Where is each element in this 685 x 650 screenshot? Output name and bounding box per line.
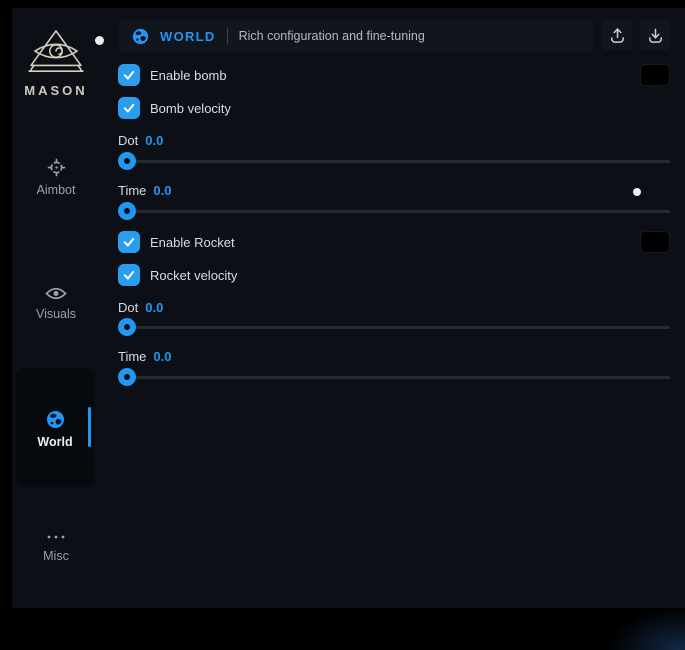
- slider-value: 0.0: [145, 300, 163, 315]
- slider-label-row: Time 0.0: [118, 349, 670, 364]
- slider-name: Time: [118, 183, 146, 198]
- check-icon: [122, 68, 136, 82]
- masonic-eye-icon: [27, 28, 85, 76]
- sidebar-item-label: Visuals: [12, 307, 100, 321]
- menu-window: MASON Aimbot Visuals World: [12, 8, 685, 608]
- slider-label-row: Dot 0.0: [118, 300, 670, 315]
- checkbox-label: Enable Rocket: [150, 235, 235, 250]
- bomb-dot-slider[interactable]: [118, 152, 670, 170]
- globe-icon: [46, 410, 65, 429]
- check-icon: [122, 268, 136, 282]
- slider-name: Dot: [118, 133, 138, 148]
- tab-header-bar: WORLD Rich configuration and fine-tuning: [118, 20, 594, 52]
- header-divider: [227, 28, 228, 44]
- download-icon: [646, 26, 665, 45]
- sidebar-item-label: Misc: [12, 549, 100, 563]
- checkbox-bomb-velocity[interactable]: [118, 97, 140, 119]
- bomb-color-swatch[interactable]: [640, 64, 670, 86]
- checkbox-row-enable-bomb: Enable bomb: [118, 64, 670, 86]
- slider-handle[interactable]: [118, 202, 136, 220]
- sidebar-item-label: World: [16, 435, 94, 449]
- crosshair-icon: [47, 158, 66, 177]
- slider-name: Dot: [118, 300, 138, 315]
- sidebar-item-label: Aimbot: [12, 183, 100, 197]
- rocket-dot-slider[interactable]: [118, 318, 670, 336]
- sidebar-item-misc[interactable]: Misc: [12, 534, 100, 563]
- brand-logo: MASON: [12, 28, 100, 98]
- slider-label-row: Time 0.0: [118, 183, 670, 198]
- main-content: WORLD Rich configuration and fine-tuning: [118, 20, 670, 386]
- download-config-button[interactable]: [640, 20, 670, 50]
- slider-value: 0.0: [153, 183, 171, 198]
- upload-config-button[interactable]: [602, 20, 632, 50]
- slider-value: 0.0: [153, 349, 171, 364]
- upload-icon: [608, 26, 627, 45]
- slider-name: Time: [118, 349, 146, 364]
- checkbox-label: Bomb velocity: [150, 101, 231, 116]
- bomb-time-slider[interactable]: [118, 202, 670, 220]
- check-icon: [122, 101, 136, 115]
- slider-value: 0.0: [145, 133, 163, 148]
- checkbox-enable-rocket[interactable]: [118, 231, 140, 253]
- checkbox-row-enable-rocket: Enable Rocket: [118, 231, 670, 253]
- slider-rail[interactable]: [118, 376, 670, 379]
- slider-handle[interactable]: [118, 318, 136, 336]
- active-tab-indicator: [88, 407, 91, 447]
- sidebar-item-visuals[interactable]: Visuals: [12, 286, 100, 321]
- slider-handle[interactable]: [118, 368, 136, 386]
- checkbox-label: Enable bomb: [150, 68, 227, 83]
- checkbox-rocket-velocity[interactable]: [118, 264, 140, 286]
- slider-label-row: Dot 0.0: [118, 133, 670, 148]
- checkbox-enable-bomb[interactable]: [118, 64, 140, 86]
- slider-handle[interactable]: [118, 152, 136, 170]
- checkbox-row-rocket-velocity: Rocket velocity: [118, 264, 670, 286]
- sidebar: MASON Aimbot Visuals World: [12, 8, 107, 608]
- ellipsis-icon: [46, 534, 66, 540]
- check-icon: [122, 235, 136, 249]
- sidebar-item-aimbot[interactable]: Aimbot: [12, 158, 100, 197]
- rocket-time-slider[interactable]: [118, 368, 670, 386]
- checkbox-label: Rocket velocity: [150, 268, 237, 283]
- eye-icon: [45, 286, 67, 301]
- brand-name: MASON: [12, 83, 100, 98]
- tab-title: WORLD: [160, 29, 216, 44]
- tab-subtitle: Rich configuration and fine-tuning: [239, 29, 425, 43]
- slider-rail[interactable]: [118, 210, 670, 213]
- slider-rail[interactable]: [118, 326, 670, 329]
- globe-icon: [132, 28, 149, 45]
- checkbox-row-bomb-velocity: Bomb velocity: [118, 97, 670, 119]
- sidebar-item-world[interactable]: World: [16, 368, 94, 487]
- slider-rail[interactable]: [118, 160, 670, 163]
- header: WORLD Rich configuration and fine-tuning: [118, 20, 670, 52]
- rocket-color-swatch[interactable]: [640, 231, 670, 253]
